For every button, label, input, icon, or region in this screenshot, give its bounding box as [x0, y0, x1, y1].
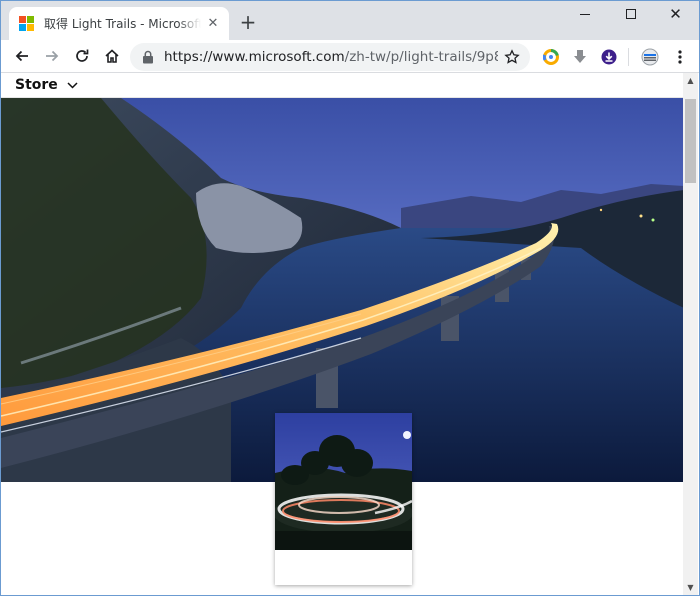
forward-arrow-icon: [46, 50, 59, 62]
back-arrow-icon: [15, 50, 28, 62]
close-icon: ✕: [669, 4, 682, 23]
page-viewport: Store: [1, 73, 684, 595]
scroll-down-icon[interactable]: ▼: [683, 580, 698, 595]
home-button[interactable]: [97, 42, 127, 70]
url-text: https://www.microsoft.com/zh-tw/p/light-…: [164, 49, 498, 65]
new-tab-button[interactable]: +: [238, 12, 258, 33]
menu-icon[interactable]: [671, 48, 689, 66]
maximize-icon: [625, 9, 636, 19]
scrollbar-thumb[interactable]: [685, 99, 696, 183]
chevron-down-icon[interactable]: [67, 81, 78, 89]
scroll-up-icon[interactable]: ▲: [683, 73, 698, 88]
chrome-color-extension-icon[interactable]: [542, 48, 560, 66]
browser-toolbar: https://www.microsoft.com/zh-tw/p/light-…: [1, 40, 699, 73]
store-nav-bar: Store: [1, 73, 684, 98]
microsoft-logo-icon: [19, 15, 35, 32]
maximize-button[interactable]: [608, 1, 653, 27]
forward-button[interactable]: [37, 42, 67, 70]
grid-extension-icon[interactable]: [641, 48, 659, 66]
address-bar[interactable]: https://www.microsoft.com/zh-tw/p/light-…: [130, 43, 530, 71]
download-arrow-extension-icon[interactable]: [571, 48, 589, 66]
url-domain: https://www.microsoft.com: [164, 49, 345, 65]
minimize-icon: [579, 13, 590, 15]
home-icon: [105, 49, 119, 63]
app-thumbnail-tile[interactable]: [275, 413, 412, 585]
browser-tab[interactable]: 取得 Light Trails - Microsoft Store ✕: [9, 7, 229, 40]
toolbar-divider: [628, 48, 629, 66]
lock-icon: [143, 50, 153, 64]
store-menu-label[interactable]: Store: [15, 77, 58, 93]
minimize-button[interactable]: [562, 1, 607, 27]
download-circle-extension-icon[interactable]: [600, 48, 618, 66]
back-button[interactable]: [7, 42, 37, 70]
tab-title: 取得 Light Trails - Microsoft Store: [44, 17, 201, 31]
app-thumbnail-image: [275, 413, 412, 550]
tab-close-icon[interactable]: ✕: [205, 16, 221, 32]
url-path: /zh-tw/p/light-trails/9p8sc...: [344, 49, 498, 65]
bookmark-star-icon[interactable]: [504, 49, 520, 65]
page-scrollbar[interactable]: ▲ ▼: [683, 73, 698, 595]
tab-strip: 取得 Light Trails - Microsoft Store ✕ + ✕: [1, 1, 699, 40]
browser-window: 取得 Light Trails - Microsoft Store ✕ + ✕: [0, 0, 700, 596]
close-window-button[interactable]: ✕: [653, 1, 698, 27]
reload-button[interactable]: [67, 42, 97, 70]
reload-icon: [76, 49, 89, 62]
